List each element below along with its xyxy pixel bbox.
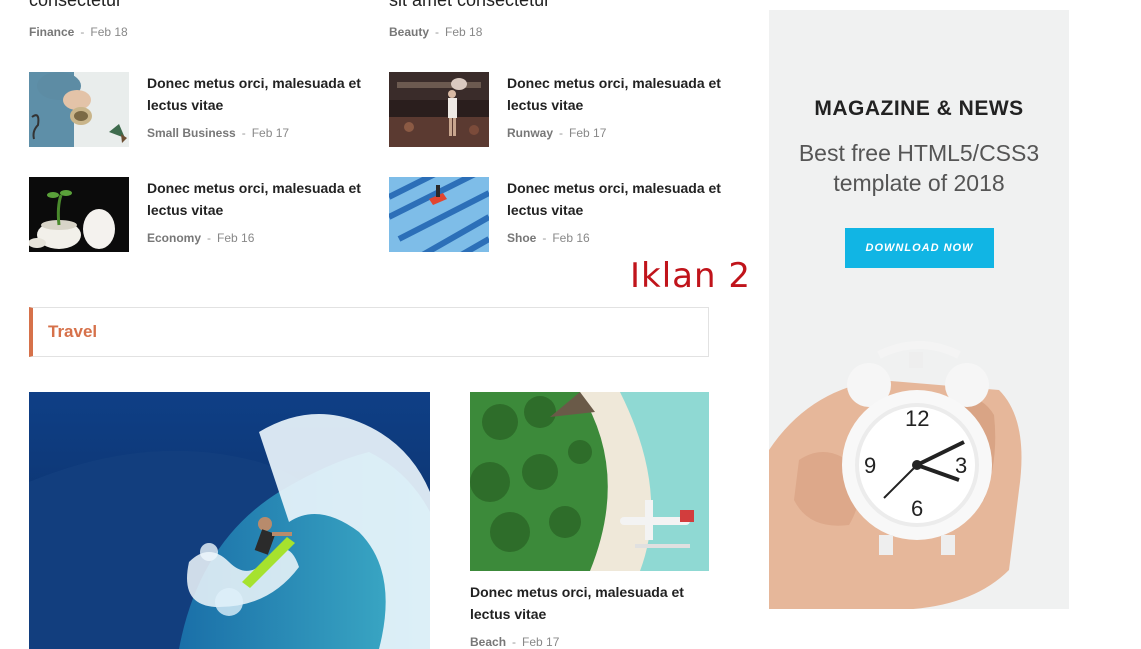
post-meta-beauty: Beauty - Feb 18	[389, 25, 482, 39]
post-meta: Runway - Feb 17	[507, 126, 606, 140]
post-meta: Small Business - Feb 17	[147, 126, 289, 140]
alarm-clock-hand-image: 12 3 6 9	[769, 330, 1069, 609]
list-item: Donec metus orci, malesuada et lectus vi…	[389, 177, 722, 252]
post-category[interactable]: Runway	[507, 126, 553, 140]
svg-text:9: 9	[864, 453, 876, 478]
eggs-sprout-image[interactable]	[29, 177, 129, 252]
post-title[interactable]: Donec metus orci, malesuada et lectus vi…	[147, 177, 362, 221]
post-title-beauty[interactable]: sit amet consectetur	[389, 0, 550, 11]
post-category[interactable]: Shoe	[507, 231, 536, 245]
post-date: Feb 17	[569, 126, 607, 140]
svg-text:3: 3	[955, 453, 967, 478]
meta-separator: -	[241, 126, 246, 140]
ad-tagline-line1: Best free HTML5/CSS3	[798, 140, 1040, 166]
section-title[interactable]: Travel	[48, 322, 97, 342]
stairs-shoe-image[interactable]	[389, 177, 489, 252]
post-category[interactable]: Finance	[29, 25, 74, 39]
ad-placeholder-label: Iklan 2	[630, 256, 751, 296]
meta-separator: -	[512, 635, 517, 649]
ad-tagline-line2: template of 2018	[833, 170, 1005, 196]
list-item: Donec metus orci, malesuada et lectus vi…	[29, 72, 362, 147]
post-meta: Beach - Feb 17	[470, 635, 559, 649]
post-title[interactable]: Donec metus orci, malesuada et lectus vi…	[470, 581, 710, 625]
post-title[interactable]: Donec metus orci, malesuada et lectus vi…	[507, 177, 722, 221]
post-date: Feb 17	[522, 635, 560, 649]
post-meta-finance: Finance - Feb 18	[29, 25, 128, 39]
download-now-button[interactable]: DOWNLOAD NOW	[845, 228, 994, 268]
post-date: Feb 16	[552, 231, 590, 245]
post-title-finance[interactable]: consectetur	[29, 0, 122, 11]
meta-separator: -	[542, 231, 547, 245]
post-category[interactable]: Beach	[470, 635, 506, 649]
list-item: Donec metus orci, malesuada et lectus vi…	[29, 177, 362, 252]
post-category[interactable]: Small Business	[147, 126, 236, 140]
list-item: Donec metus orci, malesuada et lectus vi…	[389, 72, 722, 147]
ad-tagline: Best free HTML5/CSS3 template of 2018	[769, 138, 1069, 198]
beach-seaplane-image[interactable]	[470, 392, 709, 571]
meta-separator: -	[435, 25, 440, 39]
ad-brand: MAGAZINE & NEWS	[814, 97, 1024, 120]
post-meta: Economy - Feb 16	[147, 231, 254, 245]
meta-separator: -	[80, 25, 85, 39]
post-title[interactable]: Donec metus orci, malesuada et lectus vi…	[147, 72, 362, 116]
meta-separator: -	[207, 231, 212, 245]
post-date: Feb 17	[251, 126, 290, 140]
svg-text:12: 12	[905, 406, 929, 431]
post-title[interactable]: Donec metus orci, malesuada et lectus vi…	[507, 72, 722, 116]
post-date: Feb 18	[445, 25, 483, 39]
meta-separator: -	[559, 126, 564, 140]
svg-text:6: 6	[911, 496, 923, 521]
post-date: Feb 18	[90, 25, 128, 39]
post-date: Feb 16	[217, 231, 255, 245]
hands-bowl-image[interactable]	[29, 72, 129, 147]
runway-model-image[interactable]	[389, 72, 489, 147]
post-category[interactable]: Beauty	[389, 25, 429, 39]
post-category[interactable]: Economy	[147, 231, 201, 245]
post-meta: Shoe - Feb 16	[507, 231, 590, 245]
ad-banner[interactable]: MAGAZINE & NEWS Best free HTML5/CSS3 tem…	[769, 10, 1069, 609]
section-header-travel: Travel	[29, 307, 709, 357]
surfer-wave-image[interactable]	[29, 392, 430, 649]
